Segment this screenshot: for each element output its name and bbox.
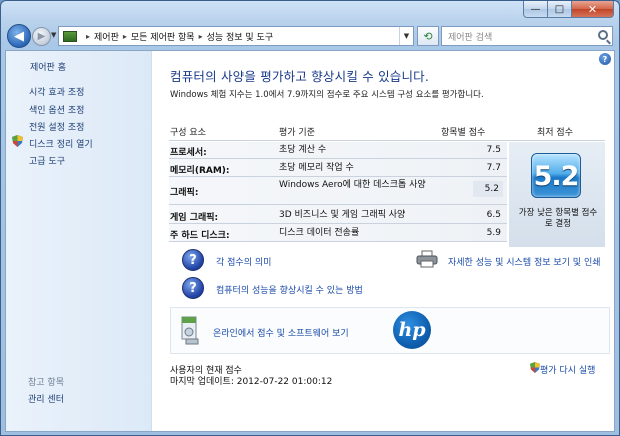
refresh-button[interactable]: ⟲: [417, 26, 439, 46]
sidebar-item-disk-cleanup[interactable]: 디스크 정리 열기: [29, 137, 93, 150]
link-score-meaning[interactable]: 각 점수의 의미: [216, 255, 271, 268]
back-button[interactable]: ◀: [7, 24, 31, 48]
column-header-base-score: 최저 점수: [537, 128, 573, 138]
criteria-text: 초당 계산 수: [279, 145, 327, 155]
rerun-assessment-link[interactable]: 평가 다시 실행: [540, 363, 595, 376]
chevron-right-icon[interactable]: ▸: [123, 32, 127, 41]
table-row: 그래픽: Windows Aero에 대한 데스크톱 사양 5.2: [169, 177, 507, 205]
question-icon[interactable]: ?: [182, 277, 204, 299]
column-header-component: 구성 요소: [170, 128, 206, 138]
sidebar-item-control-panel-home[interactable]: 제어판 홈: [30, 60, 66, 73]
component-name: 주 하드 디스크:: [170, 231, 230, 241]
component-name: 그래픽:: [170, 188, 199, 198]
address-dropdown-chevron-icon[interactable]: ▼: [399, 27, 413, 45]
link-improve-performance[interactable]: 컴퓨터의 성능을 향상시킬 수 있는 방법: [216, 283, 363, 296]
subscore-value: 5.2: [473, 181, 503, 197]
base-score-panel: 5.2 가장 낮은 항목별 점수로 결정: [509, 142, 605, 247]
criteria-text: 초당 메모리 작업 수: [279, 163, 354, 173]
chevron-right-icon[interactable]: ▸: [199, 32, 203, 41]
search-icon[interactable]: [598, 30, 608, 40]
breadcrumb-item-performance[interactable]: 성능 정보 및 도구: [207, 30, 274, 43]
recent-pages-chevron-icon[interactable]: ▼: [51, 31, 56, 39]
refresh-icon: ⟲: [423, 29, 433, 43]
component-name: 게임 그래픽:: [170, 213, 219, 223]
sidebar-item-action-center[interactable]: 관리 센터: [28, 392, 64, 405]
breadcrumb-item-all-items[interactable]: 모든 제어판 항목: [131, 30, 195, 43]
table-row: 게임 그래픽: 3D 비즈니스 및 게임 그래픽 사양 6.5: [169, 205, 507, 224]
breadcrumb-item-control-panel[interactable]: 제어판: [94, 30, 119, 43]
sidebar-item-index-options[interactable]: 색인 옵션 조정: [29, 103, 84, 116]
caption-buttons: — □ ✕: [523, 1, 614, 18]
criteria-text: 디스크 데이터 전송률: [279, 228, 360, 238]
column-header-subscore: 항목별 점수: [441, 128, 486, 138]
link-online-scores[interactable]: 온라인에서 점수 및 소프트웨어 보기: [213, 326, 349, 339]
address-bar[interactable]: ▸ 제어판 ▸ 모든 제어판 항목 ▸ 성능 정보 및 도구 ▼: [58, 26, 414, 46]
table-row: 메모리(RAM): 초당 메모리 작업 수 7.7: [169, 159, 507, 177]
search-input[interactable]: 제어판 검색: [441, 26, 613, 46]
see-also-title: 참고 항목: [28, 378, 64, 388]
subscore-value: 5.9: [486, 228, 501, 238]
component-name: 메모리(RAM):: [170, 166, 230, 176]
main-content: ? 컴퓨터의 사양을 평가하고 향상시킬 수 있습니다. Windows 체험 …: [152, 51, 614, 431]
criteria-text: 3D 비즈니스 및 게임 그래픽 사양: [279, 210, 406, 220]
criteria-text: Windows Aero에 대한 데스크톱 사양: [279, 180, 426, 190]
subscore-value: 7.7: [486, 163, 501, 173]
control-panel-icon: [63, 30, 77, 42]
software-box-icon: [181, 316, 199, 345]
sidebar-item-advanced-tools[interactable]: 고급 도구: [29, 154, 65, 167]
table-header: 구성 요소 평가 기준 항목별 점수 최저 점수: [169, 121, 605, 141]
sidebar-item-power-settings[interactable]: 전원 설정 조정: [29, 120, 84, 133]
sidebar: 제어판 홈 시각 효과 조정 색인 옵션 조정 전원 설정 조정 디스크 정리 …: [6, 51, 152, 431]
base-score-caption: 가장 낮은 항목별 점수로 결정: [518, 208, 598, 229]
help-icon[interactable]: ?: [599, 53, 611, 65]
uac-shield-icon: [530, 362, 540, 373]
forward-button[interactable]: ▶: [32, 27, 51, 46]
last-update-timestamp: 마지막 업데이트: 2012-07-22 01:00:12: [170, 377, 333, 387]
close-button[interactable]: ✕: [572, 1, 614, 18]
online-offer-box: 온라인에서 점수 및 소프트웨어 보기 hp: [170, 307, 610, 354]
subscore-value: 6.5: [486, 210, 501, 220]
component-name: 프로세서:: [170, 148, 207, 158]
hp-logo[interactable]: hp: [393, 311, 431, 349]
content-frame: 제어판 홈 시각 효과 조정 색인 옵션 조정 전원 설정 조정 디스크 정리 …: [5, 50, 615, 432]
table-row: 프로세서: 초당 계산 수 7.5: [169, 142, 507, 159]
minimize-button[interactable]: —: [523, 1, 548, 18]
sidebar-item-visual-effects[interactable]: 시각 효과 조정: [29, 85, 84, 98]
column-header-criteria: 평가 기준: [279, 128, 315, 138]
breadcrumb: ▸ 제어판 ▸ 모든 제어판 항목 ▸ 성능 정보 및 도구: [82, 30, 273, 43]
navigation-bar: ◀ ▶ ▼ ▸ 제어판 ▸ 모든 제어판 항목 ▸ 성능 정보 및 도구 ▼ ⟲…: [7, 24, 613, 48]
window: — □ ✕ ◀ ▶ ▼ ▸ 제어판 ▸ 모든 제어판 항목 ▸ 성능 정보 및 …: [0, 0, 620, 436]
table-row: 주 하드 디스크: 디스크 데이터 전송률 5.9: [169, 224, 507, 242]
link-detailed-performance[interactable]: 자세한 성능 및 시스템 정보 보기 및 인쇄: [448, 255, 601, 268]
base-score-badge: 5.2: [531, 153, 581, 198]
subscore-value: 7.5: [486, 145, 501, 155]
question-icon[interactable]: ?: [182, 249, 204, 271]
maximize-button[interactable]: □: [548, 1, 572, 18]
uac-shield-icon: [12, 135, 23, 147]
printer-icon[interactable]: [416, 250, 438, 268]
search-placeholder: 제어판 검색: [448, 32, 493, 43]
page-description: Windows 체험 지수는 1.0에서 7.9까지의 점수로 주요 시스템 구…: [170, 90, 484, 100]
page-title: 컴퓨터의 사양을 평가하고 향상시킬 수 있습니다.: [170, 69, 430, 84]
chevron-right-icon[interactable]: ▸: [86, 32, 90, 41]
